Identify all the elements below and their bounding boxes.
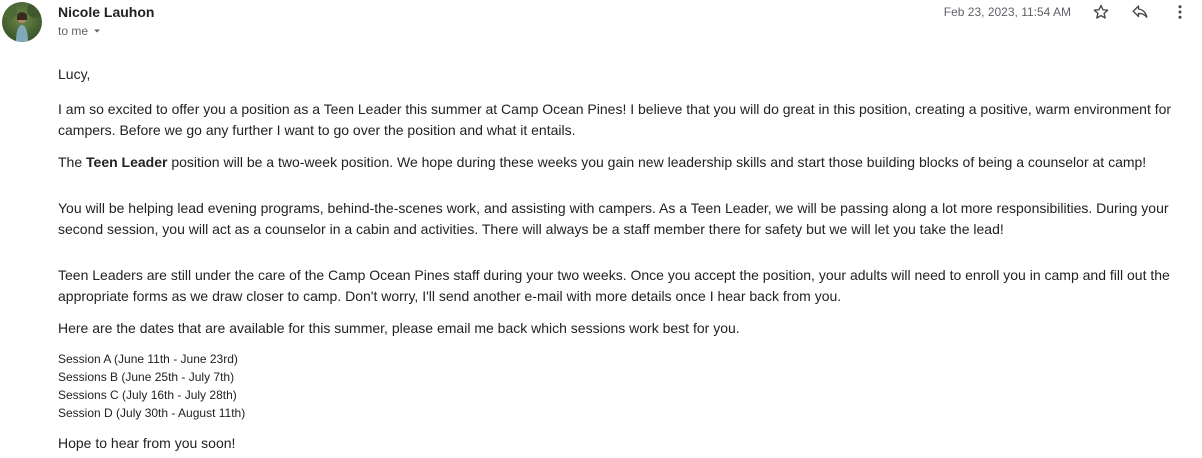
avatar[interactable] — [2, 2, 42, 42]
recipient-details-toggle[interactable]: to me — [58, 24, 102, 38]
reply-button[interactable] — [1130, 2, 1150, 22]
star-button[interactable] — [1091, 2, 1111, 22]
position-prefix: The — [58, 154, 87, 170]
session-item: Session D (July 30th - August 11th) — [58, 406, 246, 420]
email-body: Lucy, I am so excited to offer you a pos… — [58, 64, 1183, 454]
session-item: Session A (June 11th - June 23rd) — [58, 352, 238, 366]
paragraph-dates-intro: Here are the dates that are available fo… — [58, 320, 740, 336]
paragraph-responsibilities: You will be helping lead evening program… — [58, 200, 1169, 237]
reply-icon — [1132, 5, 1148, 18]
more-options-button[interactable] — [1170, 2, 1190, 22]
avatar-photo — [2, 2, 42, 42]
closing-line: Hope to hear from you soon! — [58, 435, 236, 451]
paragraph-position: The Teen Leader position will be a two-w… — [58, 152, 1183, 173]
greeting: Lucy, — [58, 66, 91, 82]
paragraph-offer: I am so excited to offer you a position … — [58, 101, 1172, 138]
to-label: to me — [58, 24, 89, 38]
chevron-down-icon — [94, 29, 101, 33]
star-icon — [1093, 4, 1109, 19]
paragraph-enrollment: Teen Leaders are still under the care of… — [58, 267, 1170, 304]
sessions-list: Session A (June 11th - June 23rd) Sessio… — [58, 350, 1183, 422]
session-item: Sessions B (June 25th - July 7th) — [58, 370, 235, 384]
session-item: Sessions C (July 16th - July 28th) — [58, 388, 237, 402]
email-date: Feb 23, 2023, 11:54 AM — [943, 5, 1071, 19]
position-title: Teen Leader — [86, 154, 168, 170]
more-vert-icon — [1178, 5, 1182, 19]
position-description: position will be a two-week position. We… — [167, 154, 1147, 170]
sender-name: Nicole Lauhon — [58, 4, 155, 20]
